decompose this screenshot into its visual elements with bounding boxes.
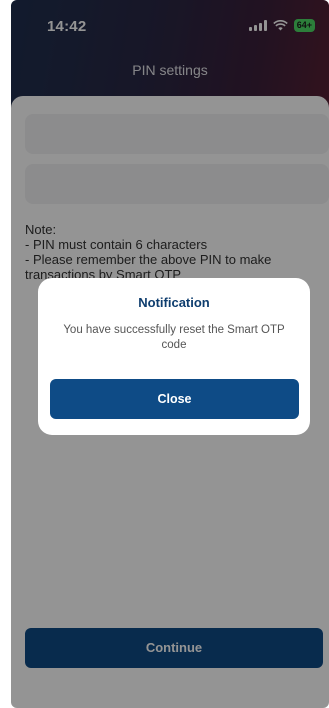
close-button[interactable]: Close xyxy=(50,379,299,419)
notification-dialog: Notification You have successfully reset… xyxy=(38,278,310,435)
dialog-title: Notification xyxy=(138,295,210,310)
dialog-message: You have successfully reset the Smart OT… xyxy=(63,324,285,351)
